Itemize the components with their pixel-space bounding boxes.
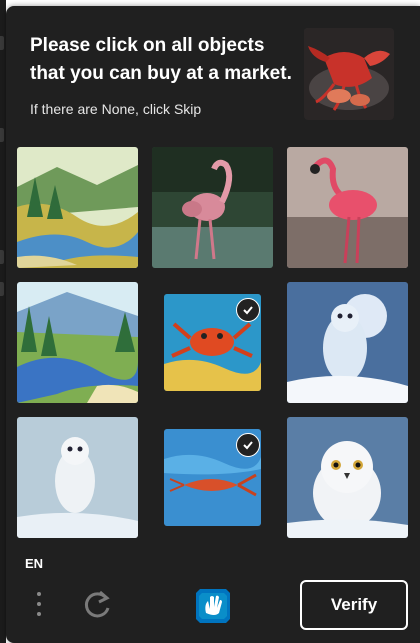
- example-image: [304, 28, 394, 120]
- hcaptcha-logo-icon: [192, 585, 234, 627]
- verify-button[interactable]: Verify: [300, 580, 408, 630]
- snowy-owl-snow-image: [17, 417, 138, 538]
- dots-vertical-icon[interactable]: [34, 588, 44, 622]
- snowy-owl-closeup-image: [287, 417, 408, 538]
- grid-tile-1[interactable]: [17, 147, 138, 268]
- grid-tile-3[interactable]: [287, 147, 408, 268]
- language-selector[interactable]: EN: [25, 556, 43, 571]
- challenge-prompt: Please click on all objects that you can…: [30, 35, 292, 84]
- refresh-icon[interactable]: [80, 588, 114, 622]
- grid-tile-6[interactable]: [287, 282, 408, 403]
- river-forest-painting-image: [17, 282, 138, 403]
- background-fragment: [0, 250, 4, 264]
- flamingo-in-water-image: [152, 147, 273, 268]
- flamingo-standing-image: [287, 147, 408, 268]
- selected-checkmark-icon: [236, 433, 260, 457]
- background-fragment: [0, 36, 4, 50]
- challenge-hint: If there are None, click Skip: [30, 101, 202, 117]
- river-valley-painting-image: [17, 147, 138, 268]
- grid-tile-2[interactable]: [152, 147, 273, 268]
- background-fragment: [0, 282, 4, 296]
- snowy-owl-moon-image: [287, 282, 408, 403]
- grid-tile-7[interactable]: [17, 417, 138, 538]
- red-lobster-example-image: [304, 28, 394, 120]
- grid-tile-9[interactable]: [287, 417, 408, 538]
- grid-tile-4[interactable]: [17, 282, 138, 403]
- background-fragment: [0, 128, 4, 142]
- selected-checkmark-icon: [236, 298, 260, 322]
